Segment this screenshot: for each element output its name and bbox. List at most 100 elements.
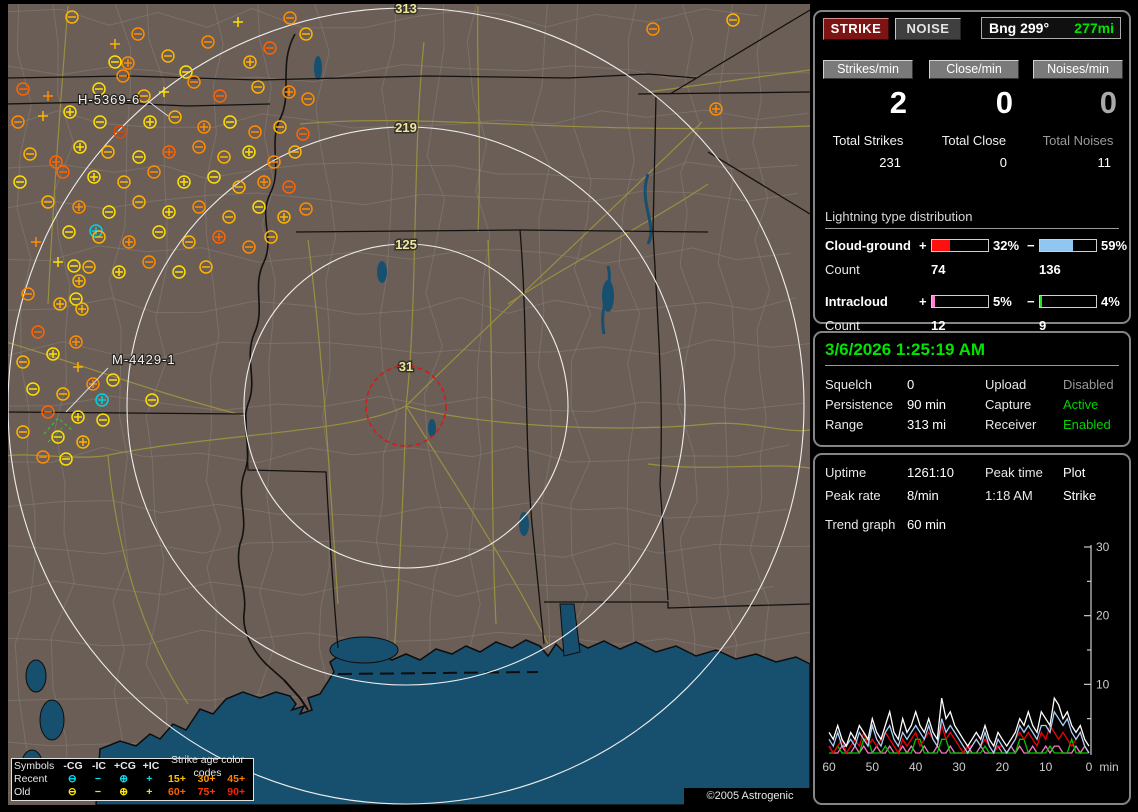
legend-header-row: Symbols -CG -IC +CG +IC Strike age color… <box>14 754 251 779</box>
legend-symbols-header: Symbols <box>14 760 55 772</box>
legend-type-ic-neg: -IC <box>92 760 106 772</box>
strikes-per-min-value: 2 <box>889 85 907 120</box>
total-strikes-label: Total Strikes <box>832 133 904 148</box>
status-row: Persistence 90 min Capture Active <box>825 397 1123 413</box>
ic-pos-bar <box>931 295 989 308</box>
storm-cell-label: H-5369-6 <box>78 92 140 107</box>
stormvue-window: { "map": { "copyright": "©2005 Astrogeni… <box>0 0 1138 812</box>
legend-symbol-posCG: ⊕ <box>119 773 128 785</box>
legend-symbol-negIC: − <box>94 786 101 798</box>
squelch-value: 0 <box>907 377 915 392</box>
cg-count-row: Count 74 136 <box>825 262 1061 277</box>
svg-text:60: 60 <box>822 760 836 774</box>
bearing-range: 277mi <box>1074 20 1114 36</box>
svg-text:50: 50 <box>866 760 880 774</box>
peak-time-value: 1:18 AM <box>985 488 1033 503</box>
legend-row-recent: Recent ⊖ − ⊕ +15+ 30+ 45+ <box>14 773 251 786</box>
ic-neg-percent: 4% <box>1101 294 1120 309</box>
info-row: Uptime 1261:10 Peak time Plot <box>825 465 1123 481</box>
trend-window-value: 60 min <box>907 517 947 532</box>
persistence-label: Persistence <box>825 397 893 412</box>
cg-neg-percent: 59% <box>1101 238 1128 253</box>
legend-age-code: 45+ <box>227 773 246 785</box>
total-noises-label: Total Noises <box>1042 133 1114 148</box>
cloud-ground-row: Cloud-ground + 32% − 59% <box>825 238 1128 253</box>
cg-neg-bar <box>1039 239 1097 252</box>
receiver-status: Enabled <box>1063 417 1111 432</box>
svg-text:20: 20 <box>1096 609 1110 623</box>
svg-text:10: 10 <box>1039 760 1053 774</box>
upload-label: Upload <box>985 377 1027 392</box>
ic-neg-bar <box>1039 295 1097 308</box>
close-per-min-button[interactable]: Close/min <box>929 60 1019 79</box>
range-label: Range <box>825 417 864 432</box>
map-view[interactable]: H-5369-6 M-4429-1 313 219 125 31 Symbols -CG… <box>8 4 810 805</box>
legend-type-cg-neg: -CG <box>63 760 83 772</box>
close-per-min-column: Close/min 0 Total Close 0 <box>925 60 1023 170</box>
storm-cell-label: M-4429-1 <box>112 352 176 367</box>
trend-graph-label: Trend graph <box>825 517 896 532</box>
legend-age-code: 90+ <box>227 786 246 798</box>
svg-text:10: 10 <box>1096 677 1110 691</box>
intracloud-label: Intracloud <box>825 294 888 309</box>
total-close-value: 0 <box>999 155 1007 170</box>
plus-sign: + <box>919 238 927 253</box>
noise-toggle-button[interactable]: NOISE <box>895 18 961 40</box>
intracloud-row: Intracloud + 5% − 4% <box>825 294 1125 309</box>
ring-label-219: 219 <box>395 120 417 135</box>
count-label: Count <box>825 262 860 277</box>
status-row: Range 313 mi Receiver Enabled <box>825 417 1123 433</box>
copyright: ©2005 Astrogenic Systems <box>684 788 810 805</box>
plot-mode-value: Strike <box>1063 488 1097 503</box>
status-row: Squelch 0 Upload Disabled <box>825 377 1123 393</box>
datetime-display: 3/6/2026 1:25:19 AM <box>825 340 1119 366</box>
plot-label: Plot <box>1063 465 1086 480</box>
total-strikes-value: 231 <box>879 155 901 170</box>
svg-text:30: 30 <box>952 760 966 774</box>
minus-sign: − <box>1027 238 1035 253</box>
legend-age-code: 60+ <box>168 786 186 798</box>
noises-per-min-value: 0 <box>1099 85 1117 120</box>
map-canvas: H-5369-6 M-4429-1 313 219 125 31 <box>8 4 810 805</box>
svg-text:30: 30 <box>1096 541 1110 554</box>
squelch-label: Squelch <box>825 377 872 392</box>
bearing-indicator: Bng 299° 277mi <box>981 17 1121 39</box>
capture-status: Active <box>1063 397 1099 412</box>
peak-rate-value: 8/min <box>907 488 939 503</box>
legend-symbol-posIC: + <box>146 773 153 785</box>
trend-panel: Uptime 1261:10 Peak time Plot Peak rate … <box>813 453 1131 805</box>
close-per-min-value: 0 <box>995 85 1013 120</box>
legend-age-label: Recent <box>14 773 48 785</box>
total-noises-value: 11 <box>1097 155 1112 170</box>
strikes-per-min-button[interactable]: Strikes/min <box>823 60 913 79</box>
cg-pos-bar <box>931 239 989 252</box>
svg-text:20: 20 <box>996 760 1010 774</box>
noises-per-min-button[interactable]: Noises/min <box>1033 60 1123 79</box>
minus-sign: − <box>1027 294 1035 309</box>
strikes-per-min-column: Strikes/min 2 Total Strikes 231 <box>819 60 917 170</box>
peak-rate-label: Peak rate <box>825 488 881 503</box>
strike-stats-panel: STRIKE NOISE Bng 299° 277mi Strikes/min … <box>813 10 1131 333</box>
legend-type-cg-pos: +CG <box>114 760 136 772</box>
legend-symbol-posCG: ⊕ <box>119 786 128 798</box>
ring-label-31: 31 <box>399 359 413 374</box>
legend-row-old: Old ⊖ − ⊕ +60+ 75+ 90+ <box>14 786 251 799</box>
svg-text:40: 40 <box>909 760 923 774</box>
bearing-label: Bng 299° <box>989 20 1050 36</box>
legend-age-code: 75+ <box>197 786 216 798</box>
legend-symbol-negIC: − <box>94 773 101 785</box>
ring-label-125: 125 <box>395 237 417 252</box>
plus-sign: + <box>919 294 927 309</box>
ic-pos-percent: 5% <box>993 294 1012 309</box>
receiver-label: Receiver <box>985 417 1037 432</box>
legend-age-code: 30+ <box>197 773 216 785</box>
ring-label-313: 313 <box>395 4 417 16</box>
legend-type-ic-pos: +IC <box>142 760 160 772</box>
total-close-label: Total Close <box>941 133 1007 148</box>
strike-toggle-button[interactable]: STRIKE <box>823 18 889 40</box>
legend-symbol-negCG: ⊖ <box>67 786 77 798</box>
svg-text:0: 0 <box>1086 760 1093 774</box>
strike-legend: Symbols -CG -IC +CG +IC Strike age color… <box>11 754 254 801</box>
cg-neg-count: 136 <box>1039 262 1061 277</box>
legend-age-label: Old <box>14 786 31 798</box>
